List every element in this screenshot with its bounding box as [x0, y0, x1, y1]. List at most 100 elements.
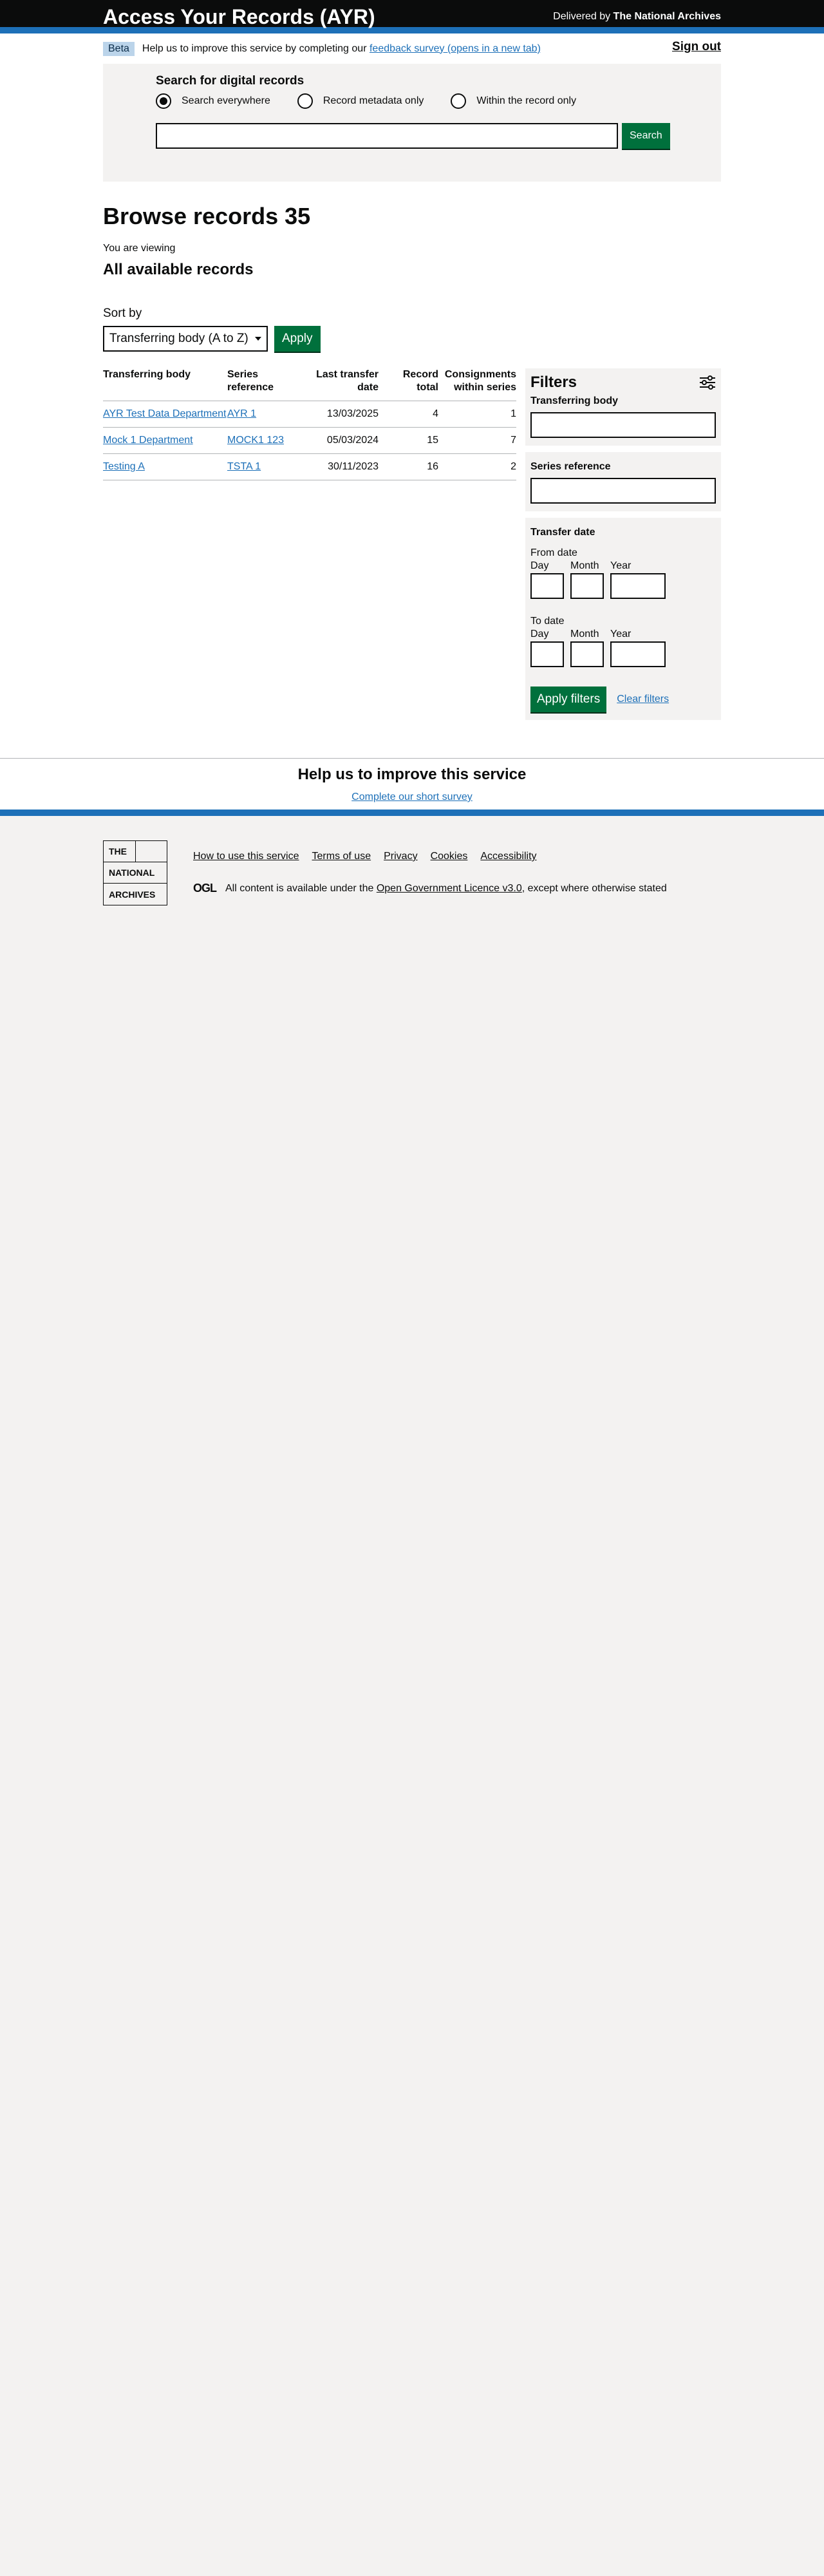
col-series-reference: Series reference: [227, 368, 298, 401]
filters-title: Filters: [530, 374, 577, 391]
radio-unchecked-icon[interactable]: [451, 93, 467, 109]
radio-label: Record metadata only: [323, 95, 424, 106]
delivered-org: The National Archives: [613, 11, 721, 22]
site-footer: THE NATIONAL ARCHIVES How to use this se…: [0, 816, 824, 905]
table-row: AYR Test Data Department AYR 1 13/03/202…: [103, 401, 516, 428]
from-date-label: From date: [530, 547, 577, 558]
ogl-logo-icon: OGL: [193, 882, 217, 895]
col-consignments: Consignments within series: [438, 368, 516, 401]
filters-panel: Filters Transferring body Series referen…: [525, 368, 721, 726]
month-label: Month: [570, 560, 599, 571]
radio-within-record[interactable]: Within the record only: [451, 93, 576, 109]
footer-link-privacy[interactable]: Privacy: [384, 851, 417, 862]
radio-metadata-only[interactable]: Record metadata only: [297, 93, 424, 109]
search-input[interactable]: [156, 123, 618, 149]
page-body: Beta Help us to improve this service by …: [0, 33, 824, 816]
licence-prefix: All content is available under the: [225, 882, 374, 894]
consignment-count: 2: [438, 453, 516, 480]
footer-link-accessibility[interactable]: Accessibility: [480, 851, 536, 862]
clear-filters-link[interactable]: Clear filters: [617, 694, 669, 705]
search-button[interactable]: Search: [622, 123, 670, 149]
search-scope-radios: Search everywhere Record metadata only W…: [156, 93, 721, 109]
radio-unchecked-icon[interactable]: [297, 93, 313, 109]
year-label: Year: [610, 560, 632, 571]
search-label: Search for digital records: [156, 74, 304, 88]
transferring-body-input[interactable]: [530, 412, 716, 438]
radio-checked-icon[interactable]: [156, 93, 171, 109]
delivered-by: Delivered by The National Archives: [553, 11, 721, 23]
filter-settings-icon: [700, 375, 715, 390]
consignment-count: 7: [438, 427, 516, 454]
from-day-input[interactable]: [530, 573, 564, 599]
filter-transferring-body: Filters Transferring body: [525, 368, 721, 446]
record-total: 15: [379, 427, 438, 454]
to-date-label: To date: [530, 616, 565, 627]
help-improve-section: Help us to improve this service Complete…: [0, 758, 824, 816]
ogl-licence-link[interactable]: Open Government Licence v3.0: [377, 883, 522, 895]
transfer-date-label: Transfer date: [530, 527, 595, 538]
filter-transfer-date: Transfer date From date Day Month Year T…: [525, 518, 721, 720]
service-title[interactable]: Access Your Records (AYR): [103, 5, 375, 29]
day-label: Day: [530, 629, 549, 639]
to-date-fields: Day Month Year: [530, 629, 716, 667]
footer-link-cookies[interactable]: Cookies: [431, 851, 468, 862]
record-total: 16: [379, 453, 438, 480]
col-transferring-body: Transferring body: [103, 368, 227, 401]
short-survey-link[interactable]: Complete our short survey: [351, 791, 473, 803]
from-date-fields: Day Month Year: [530, 560, 716, 599]
footer-link-terms[interactable]: Terms of use: [312, 851, 371, 862]
radio-label: Within the record only: [476, 95, 577, 106]
delivered-prefix: Delivered by: [553, 11, 613, 22]
radio-search-everywhere[interactable]: Search everywhere: [156, 93, 270, 109]
page-title: Browse records 35: [103, 203, 311, 229]
series-reference-link[interactable]: TSTA 1: [227, 461, 261, 472]
day-label: Day: [530, 560, 549, 571]
logo-word: ARCHIVES: [109, 889, 156, 900]
from-month-input[interactable]: [570, 573, 604, 599]
filter-series-reference: Series reference: [525, 452, 721, 511]
help-title: Help us to improve this service: [297, 766, 527, 783]
feedback-survey-link[interactable]: feedback survey (opens in a new tab): [370, 43, 541, 55]
sort-select[interactable]: Transferring body (A to Z): [103, 326, 268, 352]
logo-word: THE: [109, 846, 127, 857]
radio-label: Search everywhere: [182, 95, 270, 106]
last-transfer-date: 13/03/2025: [298, 401, 379, 428]
transferring-body-label: Transferring body: [530, 395, 619, 406]
national-archives-logo[interactable]: THE NATIONAL ARCHIVES: [103, 840, 167, 905]
apply-filters-button[interactable]: Apply filters: [530, 687, 607, 712]
last-transfer-date: 30/11/2023: [298, 453, 379, 480]
search-panel: Search for digital records Search everyw…: [103, 64, 721, 182]
beta-text: Help us to improve this service by compl…: [142, 43, 367, 54]
col-record-total: Record total: [379, 368, 438, 401]
record-total: 4: [379, 401, 438, 428]
logo-word: NATIONAL: [104, 862, 167, 884]
records-table: Transferring body Series reference Last …: [103, 368, 516, 480]
viewing-scope: All available records: [103, 261, 254, 278]
apply-sort-button[interactable]: Apply: [274, 326, 321, 352]
table-row: Testing A TSTA 1 30/11/2023 16 2: [103, 453, 516, 480]
year-label: Year: [610, 629, 632, 639]
series-reference-link[interactable]: MOCK1 123: [227, 435, 284, 446]
footer-links: How to use this service Terms of use Pri…: [193, 851, 667, 862]
transferring-body-link[interactable]: Mock 1 Department: [103, 435, 193, 446]
table-row: Mock 1 Department MOCK1 123 05/03/2024 1…: [103, 427, 516, 454]
series-reference-input[interactable]: [530, 478, 716, 504]
site-header: Access Your Records (AYR) Delivered by T…: [0, 0, 824, 33]
transferring-body-link[interactable]: Testing A: [103, 461, 145, 472]
transferring-body-link[interactable]: AYR Test Data Department: [103, 408, 227, 419]
footer-link-how-to-use[interactable]: How to use this service: [193, 851, 299, 862]
beta-tag: Beta: [103, 41, 135, 56]
to-year-input[interactable]: [610, 641, 666, 667]
last-transfer-date: 05/03/2024: [298, 427, 379, 454]
licence-suffix: , except where otherwise stated: [521, 882, 667, 894]
month-label: Month: [570, 629, 599, 639]
table-header-row: Transferring body Series reference Last …: [103, 368, 516, 401]
sign-out-link[interactable]: Sign out: [672, 40, 721, 54]
phase-banner: Beta Help us to improve this service by …: [103, 33, 721, 64]
series-reference-link[interactable]: AYR 1: [227, 408, 256, 419]
viewing-caption: You are viewing: [103, 243, 176, 254]
to-month-input[interactable]: [570, 641, 604, 667]
to-day-input[interactable]: [530, 641, 564, 667]
consignment-count: 1: [438, 401, 516, 428]
from-year-input[interactable]: [610, 573, 666, 599]
